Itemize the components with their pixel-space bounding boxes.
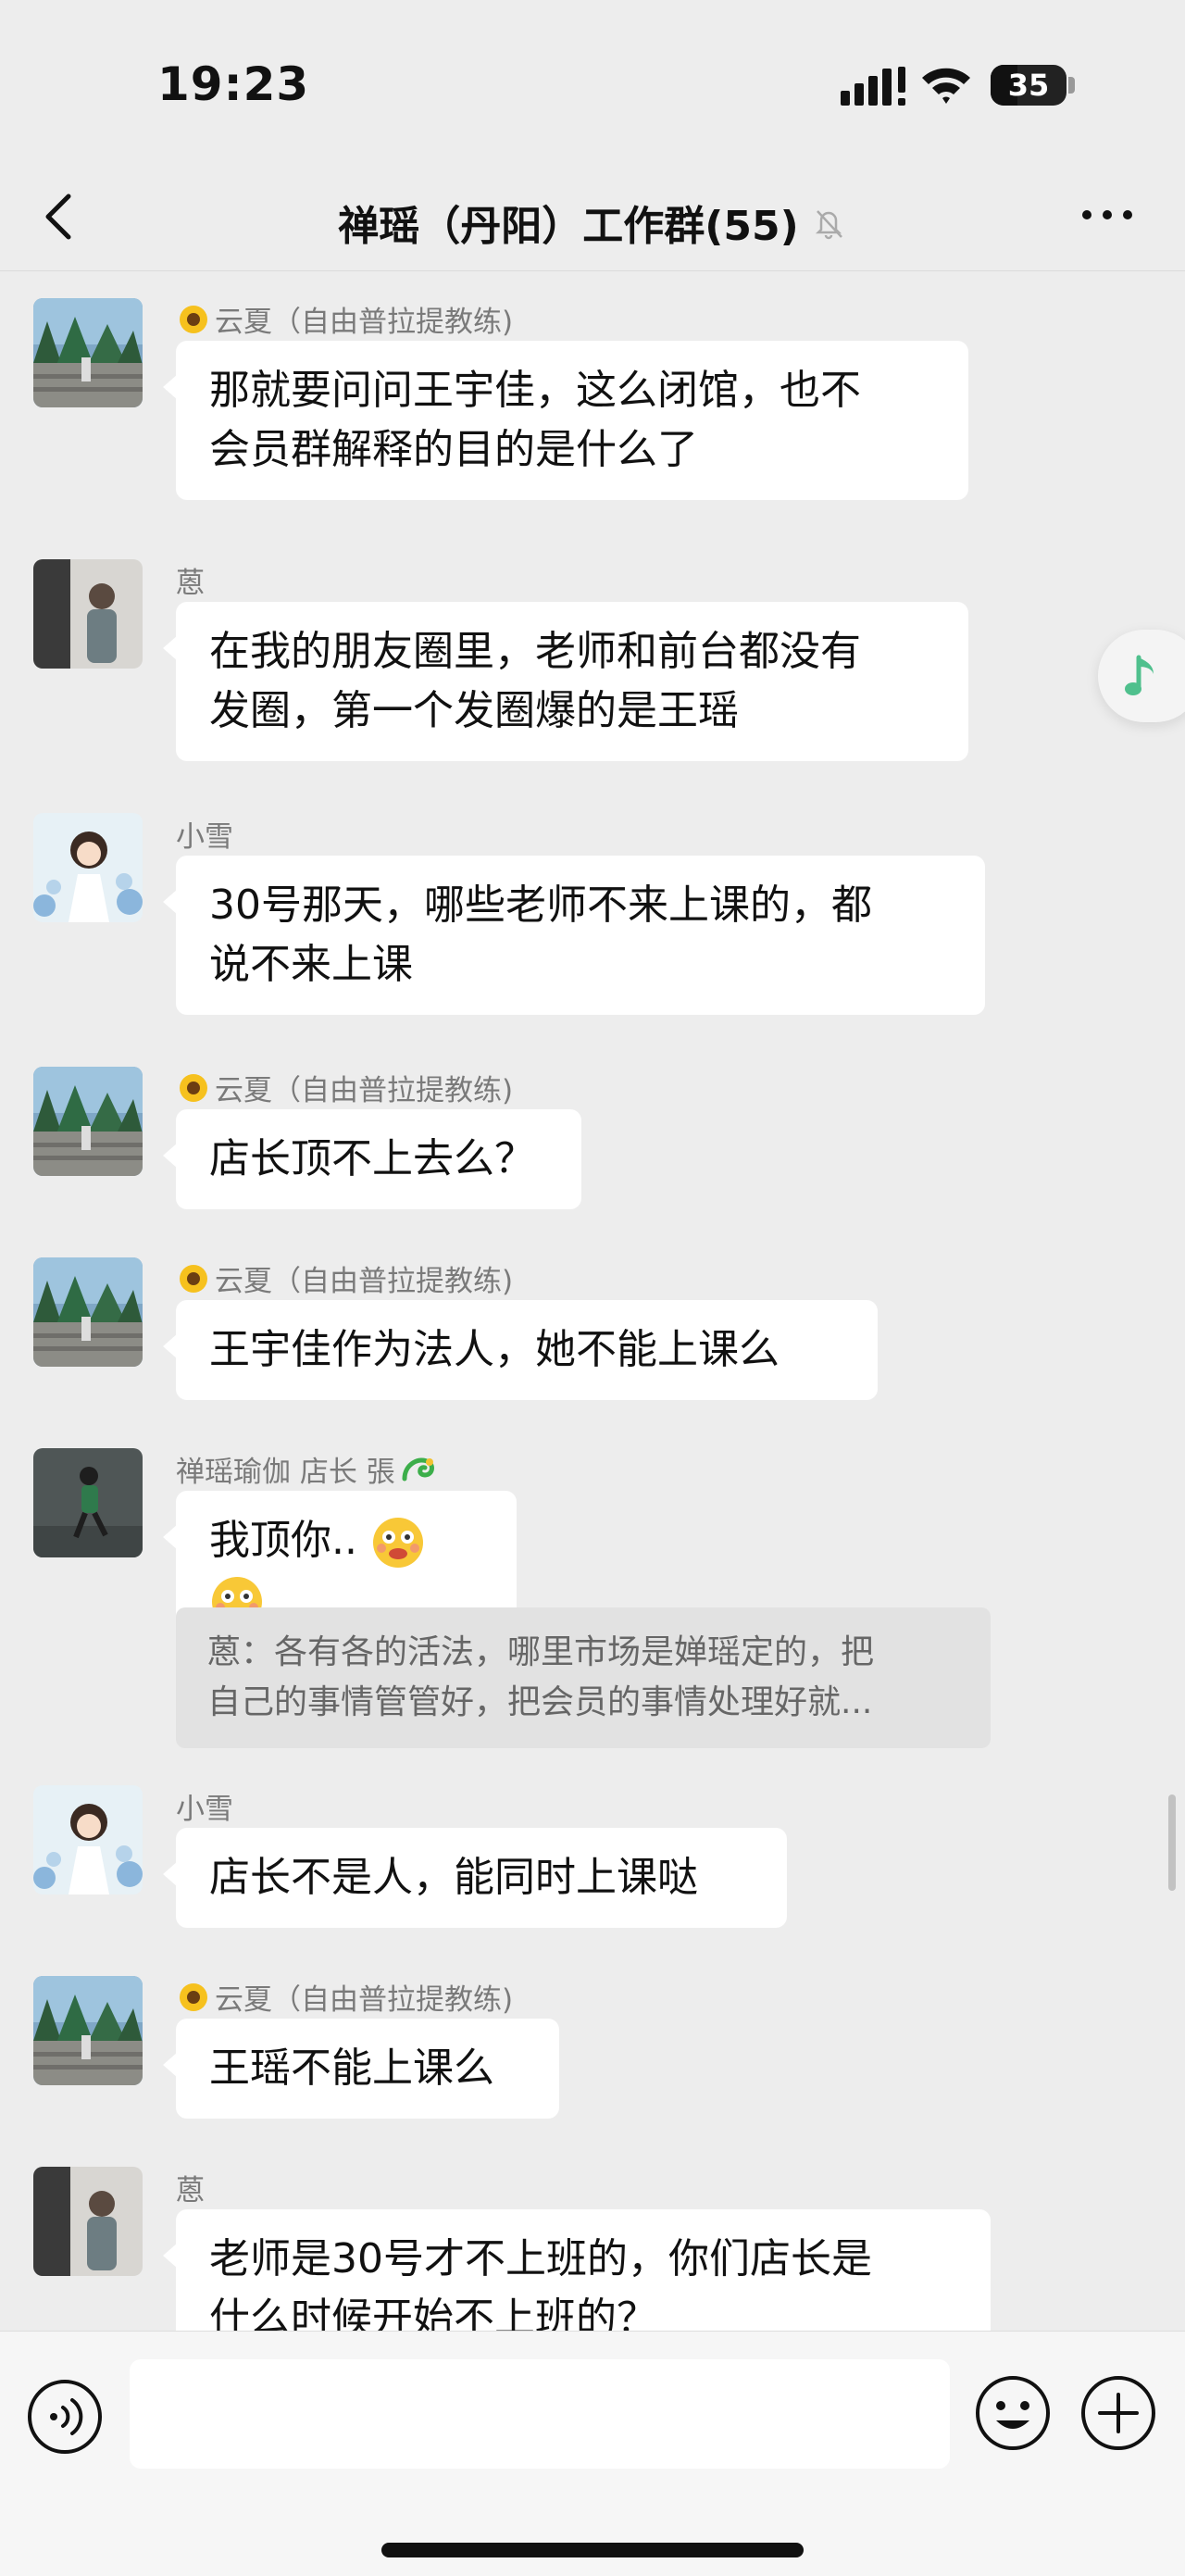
emoji-icon[interactable] <box>972 2372 1054 2454</box>
sender-name: 云夏（自由普拉提教练) <box>176 1257 513 1299</box>
message-bubble[interactable]: 老师是30号才不上班的，你们店长是 什么时候开始不上班的？ <box>163 2209 991 2331</box>
sunflower-icon <box>180 1264 207 1293</box>
message-bubble[interactable]: 在我的朋友圈里，老师和前台都没有 发圈，第一个发圈爆的是王瑶 <box>163 602 968 761</box>
avatar-yunxia[interactable] <box>33 1976 143 2085</box>
cellular-signal-icon <box>841 67 905 106</box>
scrollbar[interactable] <box>1168 1794 1176 1891</box>
chat-title-wrap: 禅瑶（丹阳）工作群(55) <box>0 193 1185 252</box>
message-input[interactable] <box>130 2359 950 2469</box>
sender-name: 云夏（自由普拉提教练) <box>176 1976 513 2018</box>
message-line: 说不来上课 <box>209 941 413 988</box>
avatar-xiaoxue[interactable] <box>33 1785 143 1894</box>
message-line: 老师是30号才不上班的，你们店长是 <box>209 2235 872 2282</box>
more-options-icon[interactable] <box>1078 202 1137 228</box>
message-line: 那就要问问王宇佳，这么闭馆，也不 <box>209 367 861 414</box>
quote-line: 自己的事情管管好，把会员的事情处理好就... <box>207 1683 873 1721</box>
sunflower-icon <box>180 305 207 333</box>
dragon-emoji-icon <box>402 1457 434 1481</box>
message-line: 王瑶不能上课么 <box>209 2045 494 2092</box>
sender-name: 禅瑶瑜伽 店长 張 <box>176 1448 438 1490</box>
chat-title[interactable]: 禅瑶（丹阳）工作群(55) <box>338 193 798 252</box>
battery-icon: 35 <box>991 65 1076 107</box>
plus-icon[interactable] <box>1078 2372 1159 2454</box>
message-line: 发圈，第一个发圈爆的是王瑶 <box>209 687 739 734</box>
status-bar: 19:23 35 <box>0 0 1185 167</box>
message-line: 店长顶不上去么？ <box>209 1135 535 1182</box>
message-line: 王宇佳作为法人，她不能上课么 <box>209 1326 780 1373</box>
avatar-store-manager[interactable] <box>33 1448 143 1557</box>
home-indicator[interactable] <box>381 2543 804 2557</box>
status-time: 19:23 <box>157 57 310 111</box>
music-note-icon <box>1125 655 1154 695</box>
message-bubble[interactable]: 店长不是人，能同时上课哒 <box>163 1828 787 1928</box>
message-line: 店长不是人，能同时上课哒 <box>209 1854 698 1901</box>
wifi-icon <box>922 68 970 104</box>
voice-input-icon[interactable] <box>24 2376 106 2457</box>
sender-name: 蒽 <box>176 2174 205 2207</box>
chat-header: 禅瑶（丹阳）工作群(55) <box>0 167 1185 271</box>
face-emoji-icon <box>372 1518 423 1568</box>
message-line: 我顶你.. <box>209 1517 357 1564</box>
message-line: 30号那天，哪些老师不来上课的，都 <box>209 882 872 929</box>
message-line: 什么时候开始不上班的？ <box>209 2295 657 2331</box>
floating-music-button[interactable] <box>1098 630 1185 722</box>
sender-name: 小雪 <box>176 1793 233 1826</box>
battery-level: 35 <box>1007 68 1050 103</box>
message-list[interactable]: 云夏（自由普拉提教练) 那就要问问王宇佳，这么闭馆，也不 会员群解释的目的是什么… <box>0 270 1185 2331</box>
quoted-message[interactable]: 蒽：各有各的活法，哪里市场是婵瑶定的，把 自己的事情管管好，把会员的事情处理好就… <box>176 1607 991 1748</box>
message-bubble[interactable]: 店长顶不上去么？ <box>163 1109 581 1209</box>
sunflower-icon <box>180 1982 207 2011</box>
mute-bell-icon <box>815 210 842 240</box>
sender-name: 蒽 <box>176 567 205 600</box>
message-bubble[interactable]: 30号那天，哪些老师不来上课的，都 说不来上课 <box>163 856 985 1015</box>
avatar-yunxia[interactable] <box>33 298 143 407</box>
sender-name: 小雪 <box>176 820 233 854</box>
input-bar <box>0 2331 1185 2576</box>
avatar-yunxia[interactable] <box>33 1067 143 1176</box>
sender-name: 云夏（自由普拉提教练) <box>176 1067 513 1108</box>
sunflower-icon <box>180 1073 207 1102</box>
message-bubble[interactable]: 王宇佳作为法人，她不能上课么 <box>163 1300 878 1400</box>
message-bubble[interactable]: 王瑶不能上课么 <box>163 2019 559 2119</box>
avatar-en[interactable] <box>33 559 143 669</box>
message-line: 会员群解释的目的是什么了 <box>209 426 698 473</box>
quote-line: 蒽：各有各的活法，哪里市场是婵瑶定的，把 <box>207 1633 875 1671</box>
avatar-en[interactable] <box>33 2167 143 2276</box>
sender-name: 云夏（自由普拉提教练) <box>176 298 513 340</box>
avatar-yunxia[interactable] <box>33 1257 143 1367</box>
message-line: 在我的朋友圈里，老师和前台都没有 <box>209 628 861 675</box>
message-bubble[interactable]: 那就要问问王宇佳，这么闭馆，也不 会员群解释的目的是什么了 <box>163 341 968 500</box>
avatar-xiaoxue[interactable] <box>33 813 143 922</box>
